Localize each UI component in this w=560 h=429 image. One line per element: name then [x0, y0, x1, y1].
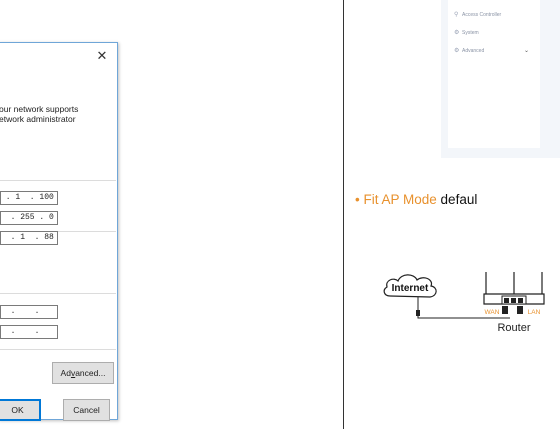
chevron-down-icon: ⌄ [524, 48, 530, 54]
internet-cloud: Internet [383, 274, 437, 298]
subnet-mask-field[interactable]: . 255 . 0 [0, 211, 58, 225]
lan-label: LAN [528, 309, 541, 316]
ip-address-field[interactable]: . 1 . 100 [0, 191, 58, 205]
advanced-button[interactable]: Advanced... [52, 362, 114, 384]
internet-label: Internet [392, 283, 429, 294]
ok-button[interactable]: OK [0, 399, 41, 421]
bullet-rest-text: defaul [436, 192, 478, 207]
advanced-gears-icon: ⚙ [454, 48, 460, 54]
cable-plug [416, 310, 420, 316]
dialog-description: our network supports etwork administrato… [0, 104, 79, 124]
router-icon [483, 272, 545, 314]
preferred-dns-field[interactable]: . . [0, 305, 58, 319]
location-pin-icon: ⚲ [454, 12, 459, 18]
bullet-dot: • [355, 192, 360, 207]
dns-group [0, 293, 116, 350]
page-divider [343, 0, 344, 429]
gear-icon: ⚙ [454, 30, 460, 36]
sidebar-item-advanced[interactable]: ⚙ Advanced ⌄ [454, 46, 534, 56]
fit-ap-mode-bullet: • Fit AP Mode defaul [355, 192, 477, 207]
sidebar-item-access-controller[interactable]: ⚲ Access Controller [454, 10, 501, 20]
default-gateway-field[interactable]: . 1 . 88 [0, 231, 58, 245]
router-label: Router [497, 322, 530, 334]
wan-label: WAN [485, 309, 500, 316]
sidebar [448, 0, 540, 148]
fit-ap-mode-label: Fit AP Mode [363, 192, 437, 207]
network-diagram: Internet WAN LAN Router [383, 272, 545, 334]
close-icon[interactable]: ✕ [95, 49, 109, 63]
sidebar-item-system[interactable]: ⚙ System [454, 28, 479, 38]
alternate-dns-field[interactable]: . . [0, 325, 58, 339]
cancel-button[interactable]: Cancel [63, 399, 110, 421]
